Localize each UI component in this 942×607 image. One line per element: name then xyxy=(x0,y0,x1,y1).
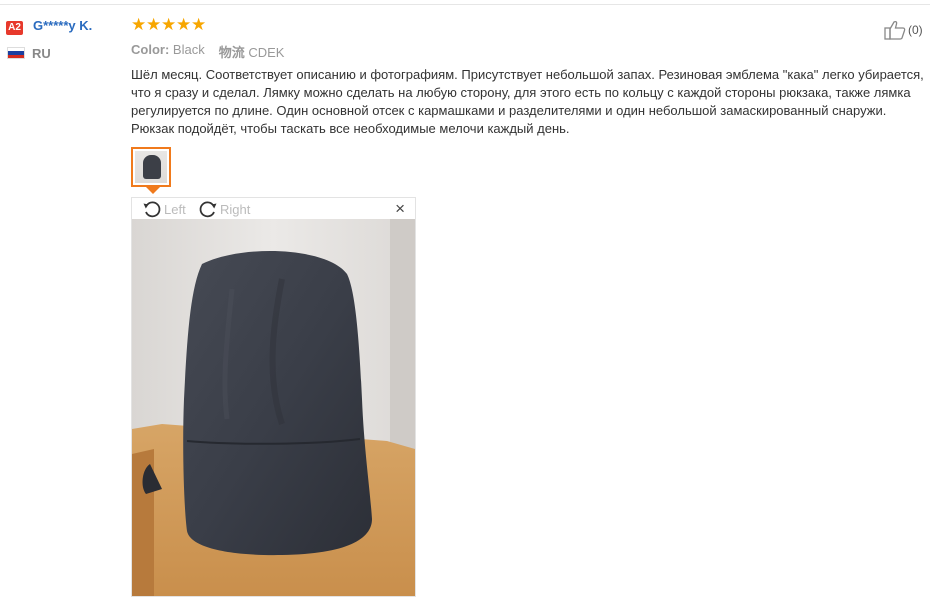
close-icon[interactable]: × xyxy=(395,200,405,218)
helpful-count: (0) xyxy=(908,23,923,37)
rotate-right-label: Right xyxy=(220,201,251,217)
top-divider xyxy=(0,4,930,5)
backpack-photo-image xyxy=(132,219,415,596)
rotate-left-button[interactable]: Left xyxy=(142,199,186,219)
color-label: Color: xyxy=(131,42,170,57)
review-photo-thumbnail[interactable] xyxy=(131,147,171,187)
star-icon: ★ xyxy=(191,15,207,34)
photo-viewer: Left Right × xyxy=(131,197,416,597)
helpful-button[interactable]: (0) xyxy=(884,20,923,40)
thumbnail-image xyxy=(135,151,167,183)
rotate-right-icon xyxy=(199,201,217,218)
star-icon: ★ xyxy=(131,15,147,34)
russia-flag-icon xyxy=(7,47,25,59)
reviewer-country: RU xyxy=(32,46,51,61)
thumbnail-pointer xyxy=(146,187,160,194)
rotate-left-icon xyxy=(143,201,161,218)
reviewer-level-badge: A2 xyxy=(6,21,23,35)
thumbs-up-icon xyxy=(884,20,906,40)
rating-stars: ★ ★ ★ ★ ★ xyxy=(131,15,206,35)
order-attributes: Color: Black 物流 CDEK xyxy=(131,42,284,61)
shipping-attribute: 物流 CDEK xyxy=(219,42,285,61)
review-text: Шёл месяц. Соответствует описанию и фото… xyxy=(131,67,924,136)
reviewer-name[interactable]: G*****y K. xyxy=(33,18,92,33)
shipping-label: 物流 xyxy=(218,45,245,60)
star-icon: ★ xyxy=(146,15,162,34)
color-value: Black xyxy=(172,42,205,57)
star-icon: ★ xyxy=(176,15,192,34)
star-icon: ★ xyxy=(161,15,177,34)
color-attribute: Color: Black xyxy=(131,42,205,61)
review-photo xyxy=(132,219,415,596)
rotate-left-label: Left xyxy=(164,201,186,217)
viewer-toolbar: Left Right × xyxy=(132,198,415,220)
shipping-value: CDEK xyxy=(248,45,285,60)
rotate-right-button[interactable]: Right xyxy=(198,199,250,219)
